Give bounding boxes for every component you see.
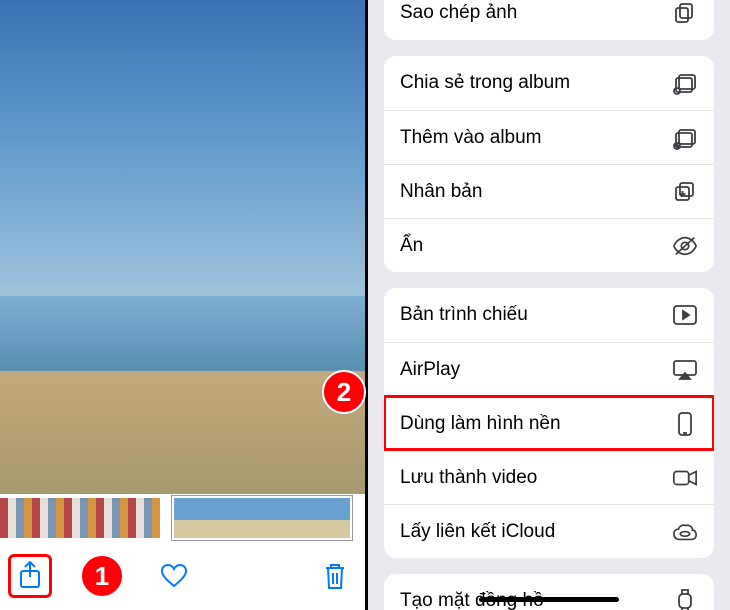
heart-icon: [160, 563, 188, 589]
annotation-badge-2: 2: [322, 370, 366, 414]
action-add-to-album[interactable]: Thêm vào album: [384, 110, 714, 164]
action-hide[interactable]: Ẩn: [384, 218, 714, 272]
photo-viewer: 1: [0, 0, 365, 610]
action-label: Sao chép ảnh: [400, 2, 517, 24]
share-sheet-actions: Sao chép ảnh Chia sẻ trong album Thêm và…: [365, 0, 730, 610]
share-icon: [17, 561, 43, 591]
action-duplicate[interactable]: Nhân bản: [384, 164, 714, 218]
annotation-badge-1: 1: [80, 554, 124, 598]
eye-slash-icon: [672, 233, 698, 259]
copy-icon: [672, 0, 698, 26]
play-rect-icon: [672, 302, 698, 328]
thumbnail-strip[interactable]: [0, 494, 365, 542]
action-label: Chia sẻ trong album: [400, 72, 570, 94]
trash-icon: [323, 562, 347, 590]
photo-preview: [0, 0, 365, 494]
action-icloud-link[interactable]: Lấy liên kết iCloud: [384, 504, 714, 558]
action-label: Ẩn: [400, 235, 423, 257]
favorite-button[interactable]: [152, 554, 196, 598]
thumbnail-selected[interactable]: [172, 496, 352, 540]
action-label: Dùng làm hình nền: [400, 413, 561, 435]
action-airplay[interactable]: AirPlay: [384, 342, 714, 396]
add-album-icon: [672, 125, 698, 151]
share-button[interactable]: [8, 554, 52, 598]
action-label: Thêm vào album: [400, 127, 542, 149]
action-copy-photo[interactable]: Sao chép ảnh: [384, 0, 714, 40]
action-label: AirPlay: [400, 359, 460, 381]
action-label: Lấy liên kết iCloud: [400, 521, 555, 543]
iphone-icon: [672, 411, 698, 437]
action-label: Nhân bản: [400, 181, 482, 203]
action-create-watch-face[interactable]: Tạo mặt đồng hồ: [384, 574, 714, 610]
delete-button[interactable]: [313, 554, 357, 598]
action-slideshow[interactable]: Bản trình chiếu: [384, 288, 714, 342]
action-label: Lưu thành video: [400, 467, 537, 489]
airplay-icon: [672, 357, 698, 383]
home-indicator: [479, 597, 619, 602]
action-label: Bản trình chiếu: [400, 304, 528, 326]
action-share-in-album[interactable]: Chia sẻ trong album: [384, 56, 714, 110]
video-icon: [672, 465, 698, 491]
shared-album-icon: [672, 70, 698, 96]
action-use-as-wallpaper[interactable]: Dùng làm hình nền: [384, 396, 714, 450]
thumbnail-group[interactable]: [0, 498, 160, 538]
watch-icon: [672, 588, 698, 610]
duplicate-icon: [672, 179, 698, 205]
photo-toolbar: 1: [0, 542, 365, 610]
action-save-as-video[interactable]: Lưu thành video: [384, 450, 714, 504]
icloud-link-icon: [672, 519, 698, 545]
